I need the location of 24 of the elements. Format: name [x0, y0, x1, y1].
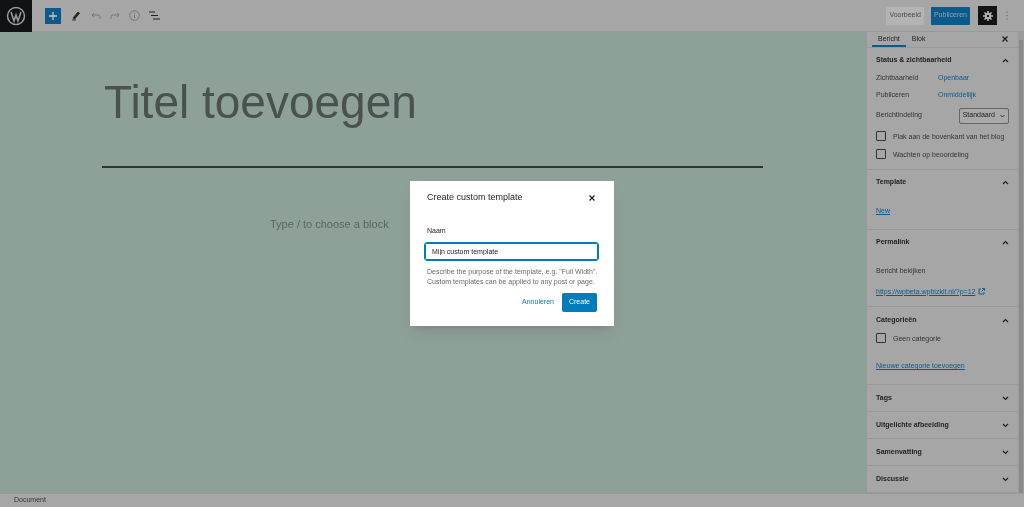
close-icon[interactable]	[1002, 36, 1008, 43]
chevron-down-icon[interactable]	[1002, 449, 1009, 455]
plus-icon	[49, 11, 57, 20]
chevron-up-icon[interactable]	[1002, 240, 1009, 245]
list-view-icon[interactable]	[149, 11, 160, 20]
scrollbar[interactable]	[1018, 32, 1024, 493]
dialog-title: Create custom template	[427, 191, 523, 205]
checkbox[interactable]	[876, 130, 886, 141]
close-icon[interactable]	[589, 195, 595, 201]
add-block-button[interactable]	[45, 7, 61, 24]
chevron-up-icon[interactable]	[1002, 180, 1009, 185]
gear-icon	[982, 10, 993, 21]
chevron-down-icon[interactable]	[1002, 395, 1009, 401]
settings-button[interactable]	[978, 6, 997, 25]
chevron-up-icon[interactable]	[1002, 317, 1009, 323]
chevron-down-icon	[1000, 113, 1005, 118]
chevron-up-icon[interactable]	[1002, 58, 1009, 63]
checkbox[interactable]	[876, 333, 886, 343]
checkbox[interactable]	[876, 148, 886, 159]
chevron-down-icon[interactable]	[1002, 422, 1009, 428]
pencil-icon[interactable]	[71, 10, 81, 21]
chevron-down-icon[interactable]	[1002, 476, 1009, 482]
wordpress-logo-icon[interactable]	[0, 0, 32, 32]
external-link-icon[interactable]	[978, 288, 986, 296]
